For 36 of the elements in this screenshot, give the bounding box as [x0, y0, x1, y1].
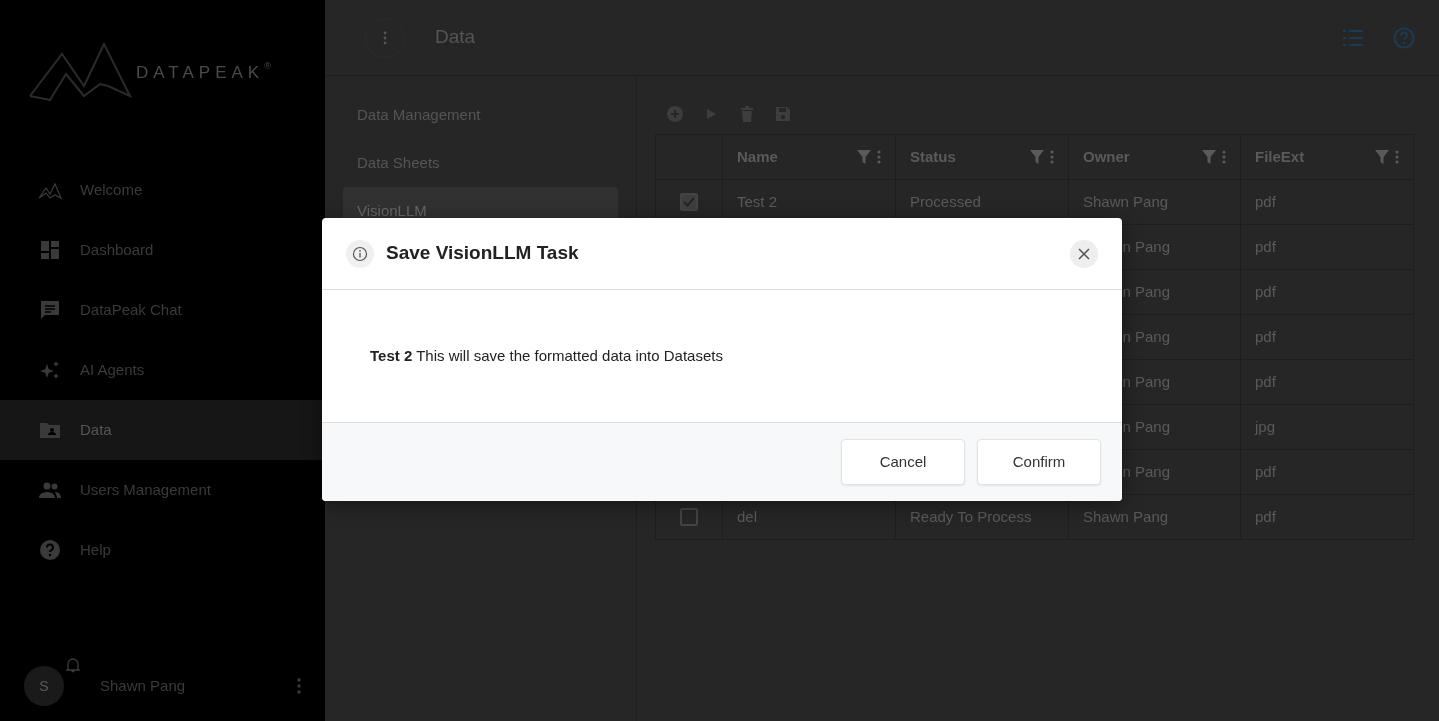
brand-name: DATAPEAK®: [136, 60, 271, 84]
info-icon: [346, 239, 374, 268]
more-icon[interactable]: [877, 150, 881, 164]
sidebar-item[interactable]: Users Management: [0, 460, 325, 520]
more-icon: [383, 30, 387, 45]
close-icon: [1078, 247, 1090, 260]
filter-icon[interactable]: [1030, 150, 1044, 164]
dialog-message: Test 2 This will save the formatted data into Datasets: [370, 345, 723, 366]
more-icon[interactable]: [1395, 150, 1399, 164]
row-checkbox[interactable]: [680, 508, 698, 526]
filter-icon[interactable]: [1202, 150, 1216, 164]
sidebar-item[interactable]: AI Agents: [0, 340, 325, 400]
save-icon[interactable]: [773, 104, 793, 124]
close-button[interactable]: [1070, 239, 1098, 268]
add-icon[interactable]: [665, 104, 685, 124]
filter-icon[interactable]: [857, 150, 871, 164]
user-avatar[interactable]: S: [24, 666, 64, 706]
filter-icon[interactable]: [1375, 150, 1389, 164]
list-icon[interactable]: [1343, 28, 1363, 47]
row-checkbox[interactable]: [680, 193, 698, 211]
help-icon[interactable]: [1393, 26, 1415, 49]
dialog-button[interactable]: Cancel: [841, 439, 965, 485]
bell-icon[interactable]: [66, 657, 80, 673]
sidebar-item[interactable]: Data: [0, 400, 325, 460]
help-icon: [38, 538, 62, 562]
more-icon[interactable]: [1050, 150, 1054, 164]
dashboard-icon: [38, 238, 62, 262]
sidebar-item[interactable]: Welcome: [0, 160, 325, 220]
sidebar-item[interactable]: Help: [0, 520, 325, 580]
chat-icon: [38, 298, 62, 322]
dialog-button[interactable]: Confirm: [977, 439, 1101, 485]
sidebar-item[interactable]: Dashboard: [0, 220, 325, 280]
more-icon[interactable]: [1222, 150, 1226, 164]
more-icon[interactable]: [297, 678, 301, 694]
user-name: Shawn Pang: [99, 675, 187, 696]
dialog-title: Save VisionLLM Task: [386, 241, 580, 266]
